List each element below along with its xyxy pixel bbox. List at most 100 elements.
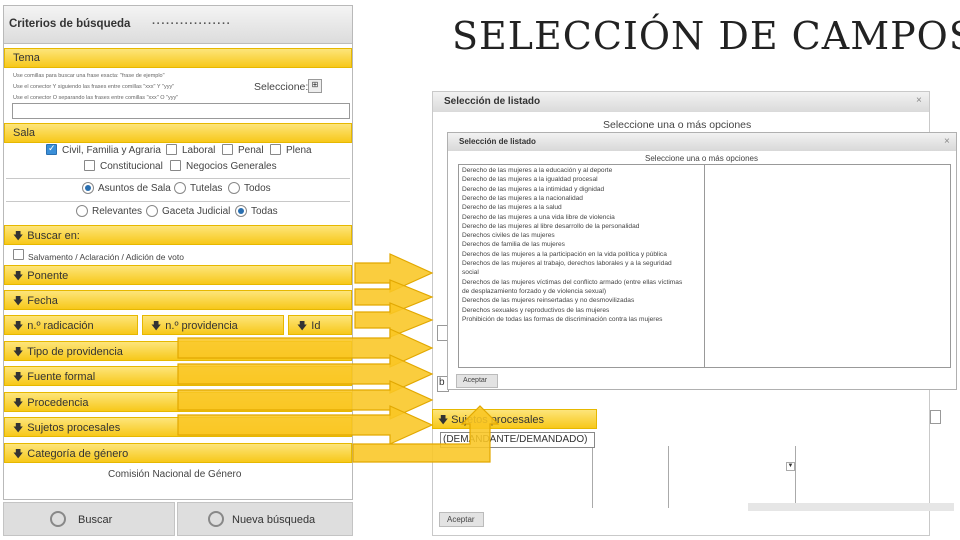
tema-help-line-3: Use el conector O separando las frases e…	[13, 95, 179, 101]
procedencia-section-header[interactable]: 🡇 Procedencia	[4, 392, 352, 412]
list-item[interactable]: Derechos de las mujeres víctimas del con…	[462, 279, 682, 286]
expand-arrow-icon: 🡇	[297, 321, 308, 332]
checkbox-penal-label: Penal	[238, 145, 264, 156]
list-item[interactable]: Derecho de las mujeres a la nacionalidad	[462, 195, 583, 202]
list-item[interactable]: Derechos de familia de las mujeres	[462, 241, 565, 248]
close-icon[interactable]: ×	[944, 136, 950, 147]
dialog-title: Selección de listado	[444, 96, 541, 107]
radio-tutelas-label: Tutelas	[190, 183, 223, 194]
search-icon	[208, 511, 224, 527]
expand-arrow-icon: 🡇	[13, 347, 24, 358]
genero-label: Categoría de género	[27, 448, 129, 460]
checkbox-penal[interactable]	[222, 144, 233, 155]
tema-input[interactable]	[12, 103, 350, 119]
checkbox-plena[interactable]	[270, 144, 281, 155]
radio-todos[interactable]	[228, 182, 240, 194]
list-item[interactable]: Derechos civiles de las mujeres	[462, 232, 555, 239]
dialog-titlebar: Selección de listado	[448, 133, 956, 151]
radio-asuntos-sala[interactable]	[82, 182, 94, 194]
divider	[6, 201, 350, 202]
sujetos-value-field[interactable]: (DEMANDANTE/DEMANDADO)	[440, 432, 595, 448]
buscar-en-section-header[interactable]: 🡇 Buscar en:	[4, 225, 352, 245]
list-picker-icon[interactable]: ⊞	[308, 79, 322, 93]
checkbox[interactable]	[930, 410, 941, 424]
checkbox-salvamento-label: Salvamento / Aclaración / Adición de vot…	[28, 252, 184, 262]
scrollbar[interactable]	[748, 503, 954, 511]
checkbox-civil-label: Civil, Familia y Agraria	[62, 145, 161, 156]
expand-arrow-icon: 🡇	[438, 415, 452, 426]
fuente-formal-section-header[interactable]: 🡇 Fuente formal	[4, 366, 352, 386]
list-item[interactable]: Derecho de las mujeres a una vida libre …	[462, 214, 615, 221]
divider	[6, 178, 350, 179]
genero-selected-value: Comisión Nacional de Género	[108, 469, 242, 480]
ponente-section-header[interactable]: 🡇 Ponente	[4, 265, 352, 285]
dialog-title: Selección de listado	[459, 137, 536, 146]
expand-arrow-icon: 🡇	[151, 321, 162, 332]
fecha-section-header[interactable]: 🡇 Fecha	[4, 290, 352, 310]
genero-section-header[interactable]: 🡇 Categoría de género	[4, 443, 352, 463]
expand-arrow-icon: 🡇	[13, 423, 24, 434]
new-search-button-label: Nueva búsqueda	[232, 514, 316, 526]
list-item[interactable]: Derecho de las mujeres a la igualdad pro…	[462, 176, 598, 183]
expand-arrow-icon: 🡇	[13, 321, 24, 332]
scroll-down-icon[interactable]: ▼	[786, 462, 795, 471]
checkbox-constitucional-label: Constitucional	[100, 161, 163, 172]
options-list[interactable]: Derecho de las mujeres a la educación y …	[458, 164, 951, 368]
providencia-num-label: n.º providencia	[165, 320, 238, 332]
tema-section-header[interactable]: Tema	[4, 48, 352, 68]
sala-section-header[interactable]: Sala	[4, 123, 352, 143]
radio-asuntos-sala-label: Asuntos de Sala	[98, 183, 171, 194]
tipo-providencia-label: Tipo de providencia	[27, 346, 123, 358]
radio-relevantes[interactable]	[76, 205, 88, 217]
procedencia-label: Procedencia	[27, 397, 89, 409]
list-item[interactable]: Derecho de las mujeres a la educación y …	[462, 167, 612, 174]
list-item-continued[interactable]: de desplazamiento forzado y de violencia…	[462, 288, 606, 295]
checkbox-laboral[interactable]	[166, 144, 177, 155]
panel-title: Criterios de búsqueda	[9, 18, 131, 30]
list-item[interactable]: Derecho de las mujeres a la salud	[462, 204, 562, 211]
accept-button[interactable]: Aceptar	[456, 374, 498, 388]
id-section-header[interactable]: 🡇 Id	[288, 315, 352, 335]
search-button[interactable]: Buscar	[3, 502, 175, 536]
list-item[interactable]: Derecho de las mujeres al libre desarrol…	[462, 223, 639, 230]
radio-gaceta-label: Gaceta Judicial	[162, 206, 231, 217]
checkbox-civil[interactable]	[46, 143, 57, 155]
checkbox-salvamento[interactable]	[13, 249, 24, 260]
sujetos-section-header-peek[interactable]: 🡇 Sujetos procesales	[432, 409, 597, 429]
list-item[interactable]: Prohibición de todas las formas de discr…	[462, 316, 662, 323]
accept-button[interactable]: Aceptar	[439, 512, 484, 527]
radio-tutelas[interactable]	[174, 182, 186, 194]
list-item[interactable]: Derechos de las mujeres al trabajo, dere…	[462, 260, 672, 267]
expand-arrow-icon: 🡇	[13, 449, 24, 460]
panel-header: Criterios de búsqueda ·················	[4, 6, 352, 44]
ponente-label: Ponente	[27, 270, 69, 282]
radio-gaceta[interactable]	[146, 205, 158, 217]
checkbox-constitucional[interactable]	[84, 160, 95, 171]
list-item-continued[interactable]: social	[462, 269, 479, 276]
providencia-num-section-header[interactable]: 🡇 n.º providencia	[142, 315, 284, 335]
list-item[interactable]: Derecho de las mujeres a la intimidad y …	[462, 186, 604, 193]
search-button-label: Buscar	[78, 514, 113, 526]
tema-help-line-1: Use comillas para buscar una frase exact…	[13, 73, 165, 79]
radicacion-section-header[interactable]: 🡇 n.º radicación	[4, 315, 138, 335]
list-item[interactable]: Derechos de las mujeres reinsertadas y n…	[462, 297, 634, 304]
checkbox-negocios[interactable]	[170, 160, 181, 171]
header-dots: ·················	[152, 18, 232, 30]
search-icon	[50, 511, 66, 527]
new-search-button[interactable]: Nueva búsqueda	[177, 502, 353, 536]
dialog-subtitle: Seleccione una o más opciones	[645, 154, 758, 163]
list-item[interactable]: Derechos de las mujeres a la participaci…	[462, 251, 667, 258]
divider	[668, 446, 669, 508]
radio-todas[interactable]	[235, 205, 247, 217]
id-label: Id	[311, 320, 321, 332]
radio-todas-label: Todas	[251, 206, 278, 217]
sujetos-section-header[interactable]: 🡇 Sujetos procesales	[4, 417, 352, 437]
arrow-radicacion	[354, 302, 434, 338]
arrow-fecha	[354, 279, 434, 315]
radicacion-label: n.º radicación	[27, 320, 94, 332]
checkbox-negocios-label: Negocios Generales	[186, 161, 277, 172]
close-icon[interactable]: ×	[916, 95, 922, 106]
list-box[interactable]	[592, 446, 796, 508]
list-item[interactable]: Derechos sexuales y reproductivos de las…	[462, 307, 609, 314]
tipo-providencia-section-header[interactable]: 🡇 Tipo de providencia	[4, 341, 352, 361]
